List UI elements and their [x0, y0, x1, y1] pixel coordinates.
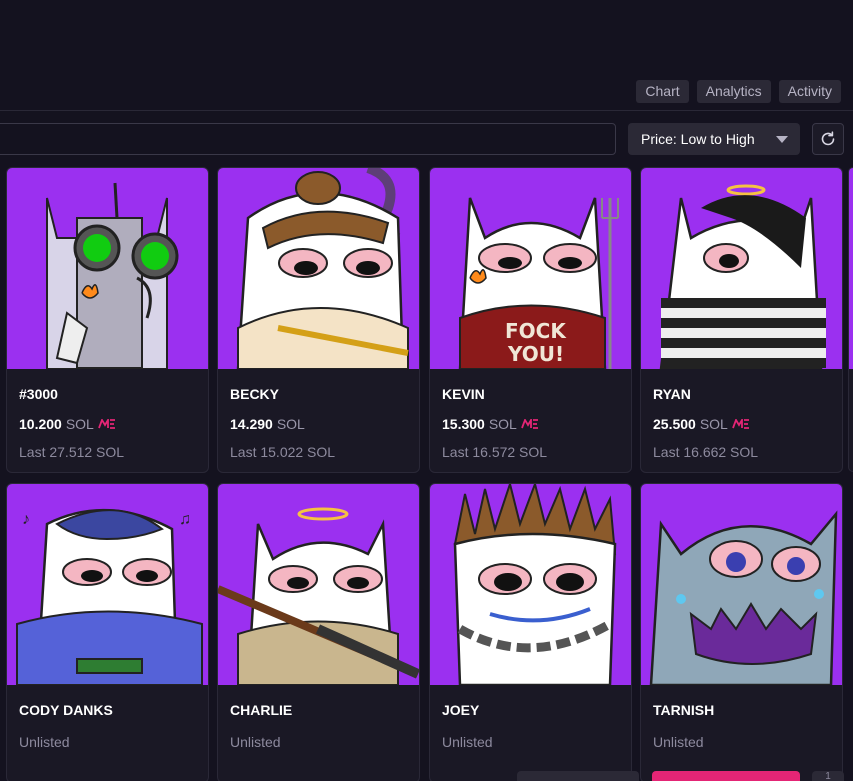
nft-card[interactable]: FOCK YOU! KEVIN 15.300 SOL Last 16.572 S…	[429, 167, 632, 473]
sort-dropdown[interactable]: Price: Low to High	[628, 123, 800, 155]
price-value: 15.300	[442, 416, 485, 432]
magic-eden-icon	[98, 419, 115, 429]
nft-image	[218, 168, 419, 369]
last-sale: Last 27.512 SOL	[19, 444, 125, 460]
tab-analytics[interactable]: Analytics	[696, 80, 771, 103]
refresh-icon	[821, 131, 835, 146]
last-sale: Last 16.662 SOL	[653, 444, 759, 460]
listing-status: Unlisted	[442, 734, 493, 750]
nft-price: 15.300 SOL	[442, 416, 539, 432]
nft-image: ♪ ♫	[7, 484, 208, 685]
nft-card[interactable]: TARNISH Unlisted	[640, 483, 843, 781]
magic-eden-icon	[521, 419, 538, 429]
nft-name: TARNISH	[653, 702, 715, 718]
nft-name: CODY DANKS	[19, 702, 113, 718]
primary-action-button[interactable]	[652, 771, 800, 781]
nft-card[interactable]: ♪ ♫ CODY DANKS Unlisted	[6, 483, 209, 781]
price-value: 10.200	[19, 416, 62, 432]
tab-chart[interactable]: Chart	[636, 80, 689, 103]
nft-name: KEVIN	[442, 386, 485, 402]
view-tabs: Chart Analytics Activity	[636, 80, 841, 103]
nft-image	[641, 168, 842, 369]
svg-text:♪: ♪	[22, 511, 30, 528]
nft-image	[641, 484, 842, 685]
shirt-text: YOU!	[507, 342, 564, 366]
nft-name: RYAN	[653, 386, 691, 402]
bottom-action-bar: 1	[0, 771, 853, 781]
last-sale: Last 16.572 SOL	[442, 444, 548, 460]
nft-image	[7, 168, 208, 369]
nft-image	[849, 168, 853, 369]
secondary-action-button[interactable]	[517, 771, 639, 781]
shirt-text: FOCK	[505, 319, 567, 343]
nft-card[interactable]: #3000 10.200 SOL Last 27.512 SOL	[6, 167, 209, 473]
nft-name: BECKY	[230, 386, 280, 402]
price-unit: SOL	[65, 416, 94, 432]
nft-name: JOEY	[442, 702, 480, 718]
price-value: 25.500	[653, 416, 696, 432]
nft-image	[430, 484, 631, 685]
last-sale: Last 15.022 SOL	[230, 444, 336, 460]
price-unit: SOL	[488, 416, 517, 432]
nft-card[interactable]: BECKY 14.290 SOL Last 15.022 SOL	[217, 167, 420, 473]
price-unit: SOL	[276, 416, 305, 432]
nft-image	[218, 484, 419, 685]
nft-card[interactable]: CHARLIE Unlisted	[217, 483, 420, 781]
nft-name: #3000	[19, 386, 58, 402]
header-divider	[0, 110, 853, 111]
listing-status: Unlisted	[230, 734, 281, 750]
price-value: 14.290	[230, 416, 273, 432]
listing-status: Unlisted	[653, 734, 704, 750]
search-input[interactable]	[0, 123, 616, 155]
nft-price: 14.290 SOL	[230, 416, 305, 432]
tab-activity[interactable]: Activity	[778, 80, 841, 103]
nft-image: FOCK YOU!	[430, 168, 631, 369]
chevron-down-icon	[776, 135, 788, 143]
refresh-button[interactable]	[812, 123, 844, 155]
nft-card-partial[interactable]	[848, 167, 853, 472]
sort-selected-label: Price: Low to High	[641, 131, 755, 147]
nft-price: 10.200 SOL	[19, 416, 116, 432]
magic-eden-icon	[732, 419, 749, 429]
nft-name: CHARLIE	[230, 702, 293, 718]
page-indicator[interactable]: 1	[812, 771, 844, 781]
nft-price: 25.500 SOL	[653, 416, 750, 432]
svg-text:♫: ♫	[179, 511, 191, 528]
listing-status: Unlisted	[19, 734, 70, 750]
nft-card[interactable]: RYAN 25.500 SOL Last 16.662 SOL	[640, 167, 843, 473]
price-unit: SOL	[699, 416, 728, 432]
nft-card[interactable]: JOEY Unlisted	[429, 483, 632, 781]
